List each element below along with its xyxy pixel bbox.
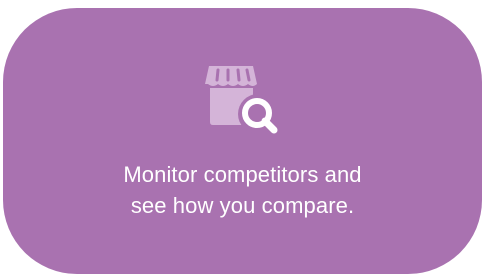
caption-line-2: see how you compare. [130,193,355,218]
caption-line-1: Monitor competitors and [123,162,362,187]
feature-caption: Monitor competitors and see how you comp… [3,159,482,221]
feature-card[interactable]: Monitor competitors and see how you comp… [3,8,482,274]
storefront-search-icon [203,58,283,138]
